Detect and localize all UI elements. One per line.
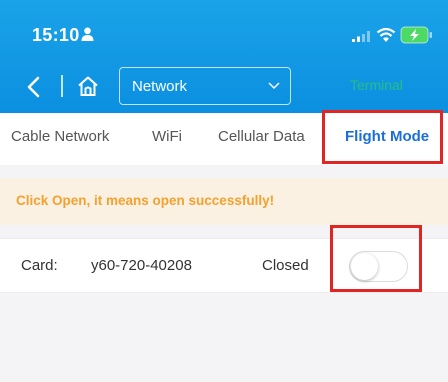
tab-flight-mode[interactable]: Flight Mode xyxy=(345,128,429,145)
wifi-icon xyxy=(376,27,396,42)
status-time: 15:10 xyxy=(32,25,80,45)
back-icon[interactable] xyxy=(26,76,40,98)
terminal-link[interactable]: Terminal xyxy=(350,77,403,93)
app-header: 15:10 Network Terminal xyxy=(0,0,448,113)
flight-mode-toggle[interactable] xyxy=(349,251,408,282)
chevron-down-icon xyxy=(268,82,280,90)
tab-cable-network[interactable]: Cable Network xyxy=(11,128,109,145)
card-row: Card: y60-720-40208 Closed xyxy=(0,238,448,293)
card-label: Card: xyxy=(21,257,58,274)
battery-charging-icon xyxy=(400,26,432,44)
notice-banner: Click Open, it means open successfully! xyxy=(0,178,448,225)
toggle-knob xyxy=(351,253,378,280)
network-tabs: Cable Network WiFi Cellular Data Flight … xyxy=(0,113,448,165)
notice-text: Click Open, it means open successfully! xyxy=(16,193,275,208)
card-status: Closed xyxy=(262,257,309,274)
home-icon[interactable] xyxy=(77,75,99,97)
module-select[interactable]: Network xyxy=(119,67,291,105)
signal-icon xyxy=(352,31,370,42)
nav-bar: Network Terminal xyxy=(0,64,448,110)
tab-wifi[interactable]: WiFi xyxy=(152,128,182,145)
person-icon xyxy=(81,27,94,41)
nav-divider xyxy=(61,75,63,97)
status-bar: 15:10 xyxy=(0,0,448,60)
module-select-value: Network xyxy=(132,78,188,95)
tab-cellular-data[interactable]: Cellular Data xyxy=(218,128,305,145)
card-id: y60-720-40208 xyxy=(91,257,192,274)
